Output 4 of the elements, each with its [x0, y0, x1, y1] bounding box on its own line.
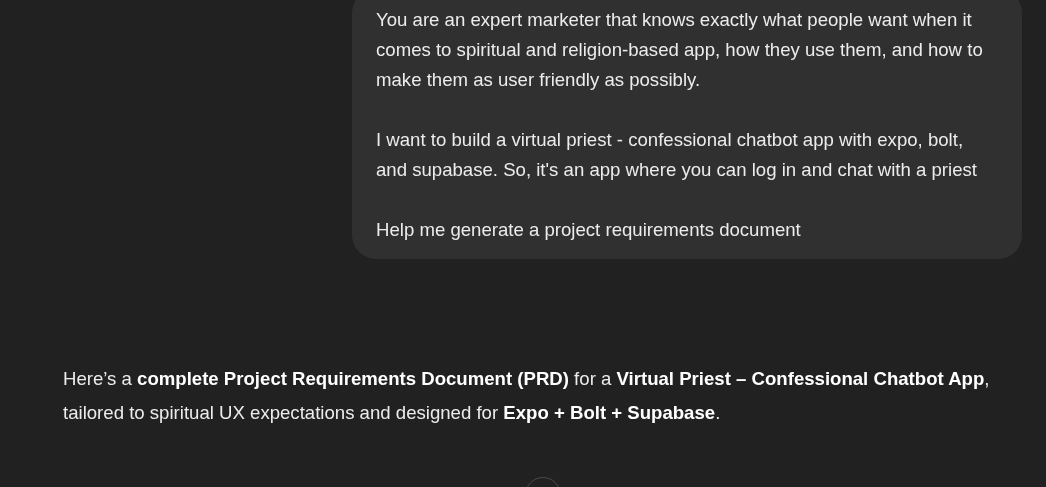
- message-text: Help me generate a project requirements document: [376, 218, 802, 242]
- message-text: I want to build a virtual priest - confessional chatbot app with expo, bolt, and supabase. So, it's an app where you can log in and chat with a priest: [376, 128, 978, 182]
- response-text: Here’s a complete Project Requirements Document (PRD) for a Virtual Priest – Confessional Chatbot App, tailored to spiritual UX expectations and designed for Expo + Bolt + Supabase.: [63, 367, 991, 425]
- message-text: You are an expert marketer that knows exactly what people want when it comes to spiritual and religion-based app, how they use them, and how to make them as user friendly as possibly.: [376, 8, 984, 92]
